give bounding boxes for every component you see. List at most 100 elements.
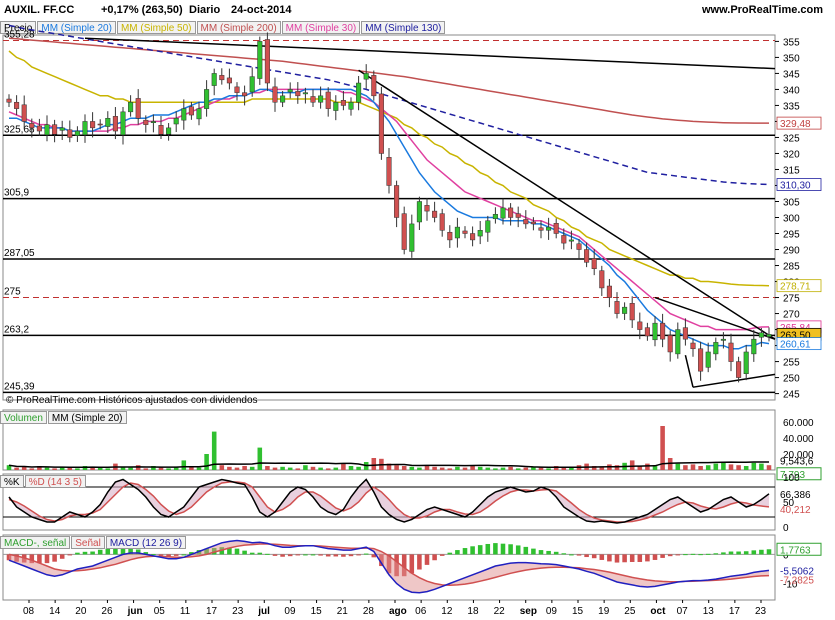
candle-body (758, 332, 764, 338)
price-tick-label: 340 (783, 85, 800, 96)
candle-body (705, 351, 711, 368)
candle-body (188, 106, 194, 116)
macd-hist-bar (728, 551, 734, 555)
candle-body (637, 321, 643, 330)
candle-body (644, 327, 650, 337)
price-tick-label: 345 (783, 69, 800, 80)
candle-body (462, 230, 468, 234)
candle-body (333, 101, 339, 111)
legend-stoch-d[interactable]: %D (14 3 5) (24, 474, 86, 488)
candle-body (135, 98, 141, 119)
price-tick-label: 350 (783, 53, 800, 64)
macd-hist-bar (591, 554, 597, 559)
x-tick-label: 13 (703, 606, 715, 617)
candle-body (736, 361, 742, 378)
trendline-support-edge (684, 355, 694, 388)
macd-hist-bar (477, 545, 483, 555)
price-tick-label: 300 (783, 214, 800, 225)
macd-hist-bar (295, 554, 301, 556)
candle-body (629, 303, 635, 321)
macd-hist-bar (82, 551, 88, 555)
candle-body (166, 127, 172, 135)
legend-macd-hist[interactable]: MACD-, señal (0, 535, 71, 549)
candle-body (158, 125, 164, 135)
macd-hist-bar (736, 551, 741, 555)
candle-body (14, 101, 20, 109)
x-tick-label: 08 (23, 606, 35, 617)
x-tick-label: ago (389, 606, 407, 617)
volume-bar (417, 467, 422, 470)
volume-bar (325, 468, 331, 470)
x-tick-label: 20 (75, 606, 87, 617)
candle-body (432, 210, 438, 218)
level-label: 245,39 (4, 381, 35, 392)
candle-body (44, 124, 50, 136)
macd-hist-bar (242, 550, 247, 555)
macd-hist-bar (759, 549, 764, 555)
candle-body (287, 89, 293, 93)
legend-volume[interactable]: Volumen (0, 410, 47, 424)
volume-bar (287, 467, 293, 470)
candle-body (371, 75, 377, 97)
candle-body (211, 73, 217, 86)
volume-bar (485, 467, 491, 470)
volume-bar (409, 466, 415, 470)
stoch-value-label2: 40,212 (780, 505, 811, 516)
candle-body (363, 73, 369, 80)
candle-body (454, 226, 460, 239)
candle-body (29, 123, 35, 129)
candle-body (90, 121, 96, 129)
x-tick-label: sep (520, 606, 537, 617)
candle-body (538, 227, 544, 231)
volume-bar (204, 454, 209, 470)
macd-hist-bar (569, 554, 574, 556)
x-tick-label: 11 (180, 606, 191, 617)
legend-macd[interactable]: MACD (12 26 9) (105, 535, 187, 549)
candle-body (401, 213, 407, 250)
macd-hist-bar (325, 554, 331, 557)
stoch-value-label: 66,386 (780, 490, 811, 501)
level-label: 287,05 (4, 248, 35, 259)
candle-body (713, 342, 719, 355)
price-tick-label: 295 (783, 230, 800, 241)
candle-body (584, 249, 590, 263)
volume-bar (105, 468, 111, 470)
candle-body (606, 285, 612, 298)
x-tick-label: 09 (284, 606, 296, 617)
macd-hist-bar (303, 554, 308, 556)
legend-vol-sma[interactable]: MM (Simple 20) (47, 410, 127, 424)
macd-hist-bar (508, 544, 513, 555)
candle-body (424, 205, 430, 212)
volume-tick-label: 60.000 (783, 418, 814, 429)
candle-body (310, 96, 316, 103)
candle-body (751, 338, 757, 355)
volume-bar (713, 463, 719, 470)
candle-body (622, 306, 628, 314)
candle-body (249, 76, 255, 93)
macd-hist-bar (690, 553, 696, 555)
macd-hist-bar (272, 554, 278, 556)
stoch-tick-label: 0 (783, 523, 789, 534)
level-label: 305,9 (4, 188, 29, 199)
volume-bar (736, 465, 741, 470)
macd-hist-bar (455, 550, 460, 555)
macd-hist-bar (683, 554, 688, 556)
macd-hist-bar (485, 543, 491, 555)
legend-macd-signal[interactable]: Señal (71, 535, 105, 549)
macd-hist-bar (622, 554, 627, 563)
candle-body (181, 108, 187, 121)
candle-body (409, 223, 415, 252)
x-tick-label: 25 (624, 606, 636, 617)
volume-bar (705, 465, 711, 470)
candle-body (500, 207, 506, 219)
candle-body (257, 41, 263, 79)
candle-body (348, 101, 354, 110)
macd-hist-bar (356, 554, 361, 556)
candle-body (682, 327, 688, 340)
macd-hist-bar (447, 552, 453, 555)
legend-stoch-k[interactable]: %K (0, 474, 24, 488)
candle-body (6, 98, 12, 103)
candle-body (295, 91, 301, 97)
x-tick-label: jun (127, 606, 143, 617)
volume-bar (462, 467, 468, 470)
